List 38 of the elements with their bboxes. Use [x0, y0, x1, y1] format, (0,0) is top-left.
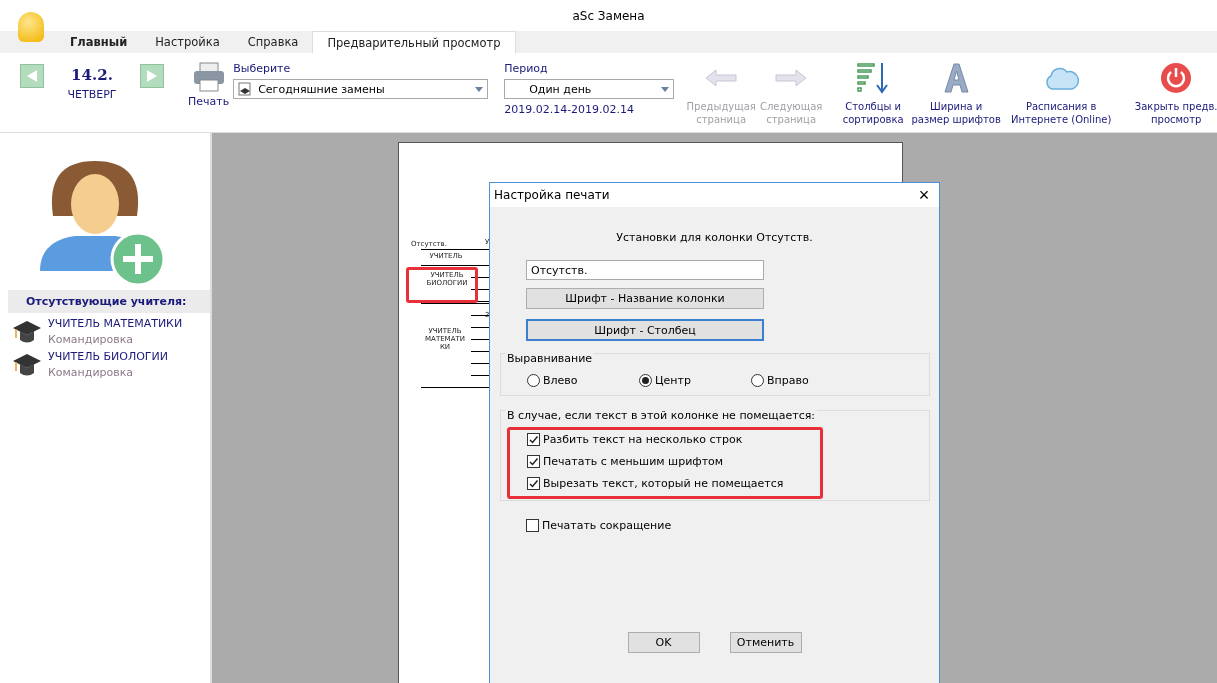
checkbox[interactable]: Печатать с меньшим шрифтом [527, 455, 929, 468]
font-button[interactable]: Шрифт - Столбец [526, 319, 764, 341]
cancel-button[interactable]: Отменить [729, 632, 802, 653]
overflow-group: В случае, если текст в этой колонке не помещается: Разбить текст на несколько строк Печатать с меньшим шрифтом Вырезать текст, который не помещается [500, 410, 930, 501]
window-title: aSc Замена [572, 8, 645, 23]
radio-button[interactable]: Центр [639, 374, 751, 387]
report-dropdown[interactable]: Сегодняшние замены [233, 79, 489, 99]
checkbox[interactable]: Вырезать текст, который не помещается [527, 477, 929, 490]
teacher-name[interactable]: УЧИТЕЛЬ БИОЛОГИИ [48, 350, 168, 363]
print-button[interactable]: Печать [186, 62, 230, 108]
toolbar-button[interactable]: Закрыть предв. просмотр [1130, 62, 1217, 126]
toolbar-button[interactable]: Ширина и размер шрифтов [908, 62, 1005, 126]
dialog-title: Настройка печати [494, 188, 610, 202]
radio-button[interactable]: Влево [527, 374, 639, 387]
close-button[interactable]: × [909, 184, 939, 206]
date-range: 2019.02.14-2019.02.14 [504, 103, 636, 116]
absence-reason: Командировка [48, 333, 135, 346]
tab[interactable]: Предварительный просмотр [312, 31, 516, 53]
checkbox[interactable]: Разбить текст на несколько строк [527, 433, 929, 446]
period-label: Период [504, 62, 549, 75]
absence-reason: Командировка [48, 366, 135, 379]
radio-button[interactable]: Вправо [751, 374, 863, 387]
font-button[interactable]: Шрифт - Название колонки [526, 288, 764, 309]
absent-teachers-heading: Отсутствующие учителя: [8, 290, 210, 313]
weekday-label: ЧЕТВЕРГ [67, 88, 117, 101]
checkbox[interactable]: Печатать сокращение [526, 519, 672, 532]
date-label: 14.2. [71, 66, 113, 84]
dialog-heading: Установки для колонки Отсутств. [616, 231, 813, 244]
toolbar-button[interactable]: Расписания в Интернете (Online) [1004, 62, 1119, 126]
period-dropdown[interactable]: Один день [504, 79, 675, 99]
teacher-name[interactable]: УЧИТЕЛЬ МАТЕМАТИКИ [48, 317, 183, 330]
toolbar-button[interactable]: Столбцы и сортировка [838, 62, 909, 126]
tab[interactable]: Главный [56, 31, 142, 53]
column-name-field[interactable]: Отсутств. [526, 260, 764, 280]
tab[interactable]: Настройка [141, 31, 234, 53]
tab[interactable]: Справка [233, 31, 313, 53]
select-label: Выберите [233, 62, 292, 75]
ok-button[interactable]: OK [627, 632, 700, 653]
